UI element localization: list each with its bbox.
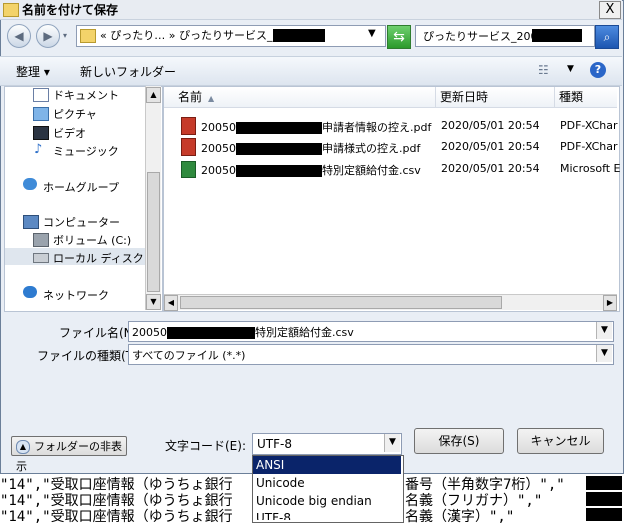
pdf-icon [181, 138, 196, 156]
organize-button[interactable]: 整理 ▾ [16, 63, 50, 80]
view-dropdown-icon[interactable]: ▼ [567, 64, 574, 74]
address-folder-icon [80, 29, 96, 43]
redaction [532, 29, 582, 42]
back-button[interactable]: ◀ [7, 24, 31, 48]
tree-item-music[interactable]: ミュージック [53, 143, 119, 159]
column-name-label: 名前 [178, 90, 203, 104]
back-arrow-icon: ◀ [14, 29, 24, 43]
file-name-suffix: 特別定額給付金.csv [322, 164, 421, 177]
refresh-icon: ⇆ [393, 29, 405, 45]
redaction [586, 508, 622, 521]
file-row-2-type: PDF-XChar [560, 140, 618, 153]
scrollbar-thumb[interactable] [147, 172, 160, 292]
drive-icon [33, 233, 49, 247]
refresh-button[interactable]: ⇆ [387, 25, 411, 49]
file-row-3-type: Microsoft E [560, 162, 621, 175]
redaction [236, 122, 322, 134]
column-header-date[interactable]: 更新日時 [436, 87, 554, 108]
forward-button[interactable]: ▶ [36, 24, 60, 48]
save-button[interactable]: 保存(S) [414, 428, 504, 454]
scroll-up-icon[interactable]: ▲ [146, 87, 161, 103]
dialog-title: 名前を付けて保存 [22, 3, 119, 17]
search-button[interactable]: ⌕ [595, 25, 619, 49]
file-row-3-date: 2020/05/01 20:54 [441, 162, 540, 175]
encoding-label: 文字コード(E): [165, 439, 246, 453]
file-name-prefix: 20050 [201, 164, 236, 177]
filetype-value[interactable]: すべてのファイル (*.*) [132, 347, 245, 363]
tree-item-pictures[interactable]: ピクチャ [53, 106, 97, 122]
tree-item-volume-c[interactable]: ボリューム (C:) [53, 232, 131, 248]
cancel-button[interactable]: キャンセル [517, 428, 604, 454]
network-icon [23, 286, 37, 298]
scroll-right-icon[interactable]: ▶ [603, 295, 617, 311]
encoding-dropdown-icon[interactable]: ▼ [384, 434, 400, 452]
file-row-3-name[interactable]: 20050 特別定額給付金.csv [201, 162, 421, 178]
scroll-down-icon[interactable]: ▼ [146, 294, 161, 310]
tree-item-computer[interactable]: コンピューター [43, 214, 120, 230]
close-button[interactable]: X [599, 1, 621, 19]
hide-folders-button[interactable]: ▲ フォルダーの非表示 [11, 436, 127, 473]
filename-dropdown-icon[interactable]: ▼ [596, 322, 612, 339]
redaction [236, 143, 322, 155]
document-icon [33, 88, 49, 102]
file-row-1-date: 2020/05/01 20:54 [441, 119, 540, 132]
encoding-value[interactable]: UTF-8 [257, 437, 292, 451]
redaction [167, 327, 255, 339]
background-text-line: "14","受取口座情報（ゆうちょ銀行 [0, 509, 233, 525]
forward-arrow-icon: ▶ [43, 29, 53, 43]
search-icon: ⌕ [603, 30, 611, 44]
pdf-icon [181, 117, 196, 135]
file-row-1-type: PDF-XChar [560, 119, 618, 132]
file-row-2-date: 2020/05/01 20:54 [441, 140, 540, 153]
help-icon[interactable]: ? [590, 62, 606, 78]
encoding-option-utf8[interactable]: UTF-8 [253, 510, 401, 520]
disk-icon [33, 253, 49, 263]
scroll-left-icon[interactable]: ◀ [164, 295, 178, 311]
new-folder-button[interactable]: 新しいフォルダー [80, 63, 176, 80]
redaction [273, 29, 325, 42]
column-header-name[interactable]: 名前 ▲ [164, 87, 435, 108]
filename-value[interactable]: 20050 特別定額給付金.csv [132, 324, 354, 340]
tree-item-videos[interactable]: ビデオ [53, 125, 86, 141]
file-name-prefix: 20050 [201, 121, 236, 134]
tree-item-documents[interactable]: ドキュメント [53, 87, 119, 103]
tree-item-local-disk-e[interactable]: ローカル ディスク (E [53, 250, 158, 266]
file-row-2-name[interactable]: 20050 申請様式の控え.pdf [201, 140, 420, 156]
file-name-suffix: 申請様式の控え.pdf [322, 142, 421, 155]
music-icon: ♪ [34, 142, 43, 157]
redaction [236, 165, 322, 177]
filetype-label: ファイルの種類(T): [37, 349, 142, 363]
collapse-up-icon: ▲ [16, 440, 30, 454]
background-text-tail: 名義（漢字）"," [405, 509, 515, 525]
filename-suffix: 特別定額給付金.csv [255, 326, 354, 339]
scrollbar-thumb[interactable] [180, 296, 502, 309]
redaction [586, 476, 622, 490]
dialog-folder-icon [3, 3, 19, 17]
computer-icon [23, 215, 39, 229]
sort-ascending-icon: ▲ [208, 94, 215, 103]
file-row-1-name[interactable]: 20050 申請者情報の控え.pdf [201, 119, 431, 135]
homegroup-icon [23, 178, 37, 190]
file-name-suffix: 申請者情報の控え.pdf [322, 121, 432, 134]
address-dropdown-icon[interactable]: ▼ [368, 28, 376, 39]
column-header-type[interactable]: 種類 [555, 87, 617, 108]
picture-icon [33, 107, 49, 121]
encoding-option-unicode-big-endian[interactable]: Unicode big endian [253, 492, 401, 510]
encoding-option-ansi[interactable]: ANSI [253, 456, 401, 474]
filename-prefix: 20050 [132, 326, 167, 339]
tree-item-network[interactable]: ネットワーク [43, 287, 109, 303]
video-icon [33, 126, 49, 140]
tree-item-homegroup[interactable]: ホームグループ [43, 179, 119, 195]
recent-pages-chevron-icon[interactable]: ▾ [63, 31, 67, 40]
filetype-dropdown-icon[interactable]: ▼ [596, 345, 612, 362]
csv-icon [181, 161, 196, 178]
view-options-icon[interactable]: ☷ [538, 64, 552, 76]
file-name-prefix: 20050 [201, 142, 236, 155]
encoding-option-unicode[interactable]: Unicode [253, 474, 401, 492]
redaction [586, 492, 622, 506]
